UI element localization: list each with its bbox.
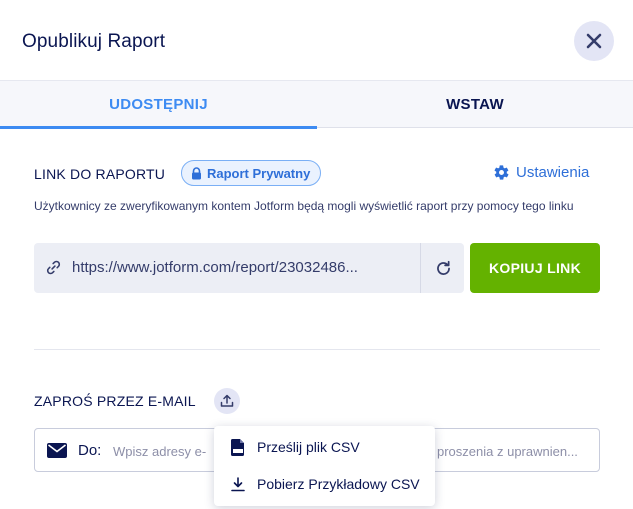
section-divider (34, 349, 600, 350)
mail-icon (47, 443, 67, 458)
lock-icon (192, 166, 201, 179)
download-icon (231, 476, 245, 491)
modal-title: Opublikuj Raport (22, 31, 166, 52)
download-sample-csv-menu-item[interactable]: Pobierz Przykładowy CSV (214, 466, 435, 502)
modal-header: Opublikuj Raport (0, 0, 633, 80)
csv-dropdown-menu: Prześlij plik CSV Pobierz Przykładowy CS… (214, 426, 435, 506)
close-button[interactable] (574, 21, 614, 61)
upload-csv-menu-item[interactable]: Prześlij plik CSV (214, 429, 435, 465)
to-label: Do: (78, 442, 102, 459)
settings-label: Ustawienia (516, 164, 590, 181)
private-report-badge[interactable]: Raport Prywatny (181, 160, 322, 186)
report-link-box[interactable]: https://www.jotform.com/report/23032486.… (34, 243, 464, 293)
email-placeholder-tail: proszenia z uprawnien... (437, 444, 578, 459)
upload-csv-label: Prześlij plik CSV (257, 439, 360, 455)
link-description: Użytkownicy ze zweryfikowanym kontem Jot… (34, 199, 574, 213)
tab-share[interactable]: UDOSTĘPNIJ (0, 81, 317, 129)
csv-file-icon (231, 438, 244, 456)
tab-bar: UDOSTĘPNIJ WSTAW (0, 80, 633, 129)
copy-link-button[interactable]: KOPIUJ LINK (470, 243, 600, 293)
gear-icon (494, 165, 509, 180)
refresh-link-button[interactable] (420, 243, 465, 293)
report-link-label: LINK DO RAPORTU (34, 166, 166, 182)
upload-csv-button[interactable] (214, 388, 240, 414)
email-placeholder: Wpisz adresy e- (113, 444, 207, 459)
settings-link[interactable]: Ustawienia (493, 164, 589, 181)
upload-icon (220, 394, 234, 407)
report-url[interactable]: https://www.jotform.com/report/23032486.… (72, 259, 412, 276)
invite-email-label: ZAPROŚ PRZEZ E-MAIL (34, 393, 196, 409)
refresh-icon (436, 260, 450, 275)
download-sample-label: Pobierz Przykładowy CSV (257, 476, 420, 492)
close-icon (586, 33, 602, 49)
private-badge-label: Raport Prywatny (207, 165, 311, 181)
link-icon (46, 260, 61, 275)
tab-embed[interactable]: WSTAW (317, 81, 633, 127)
publish-report-modal: Opublikuj Raport UDOSTĘPNIJ WSTAW LINK D… (0, 0, 633, 509)
